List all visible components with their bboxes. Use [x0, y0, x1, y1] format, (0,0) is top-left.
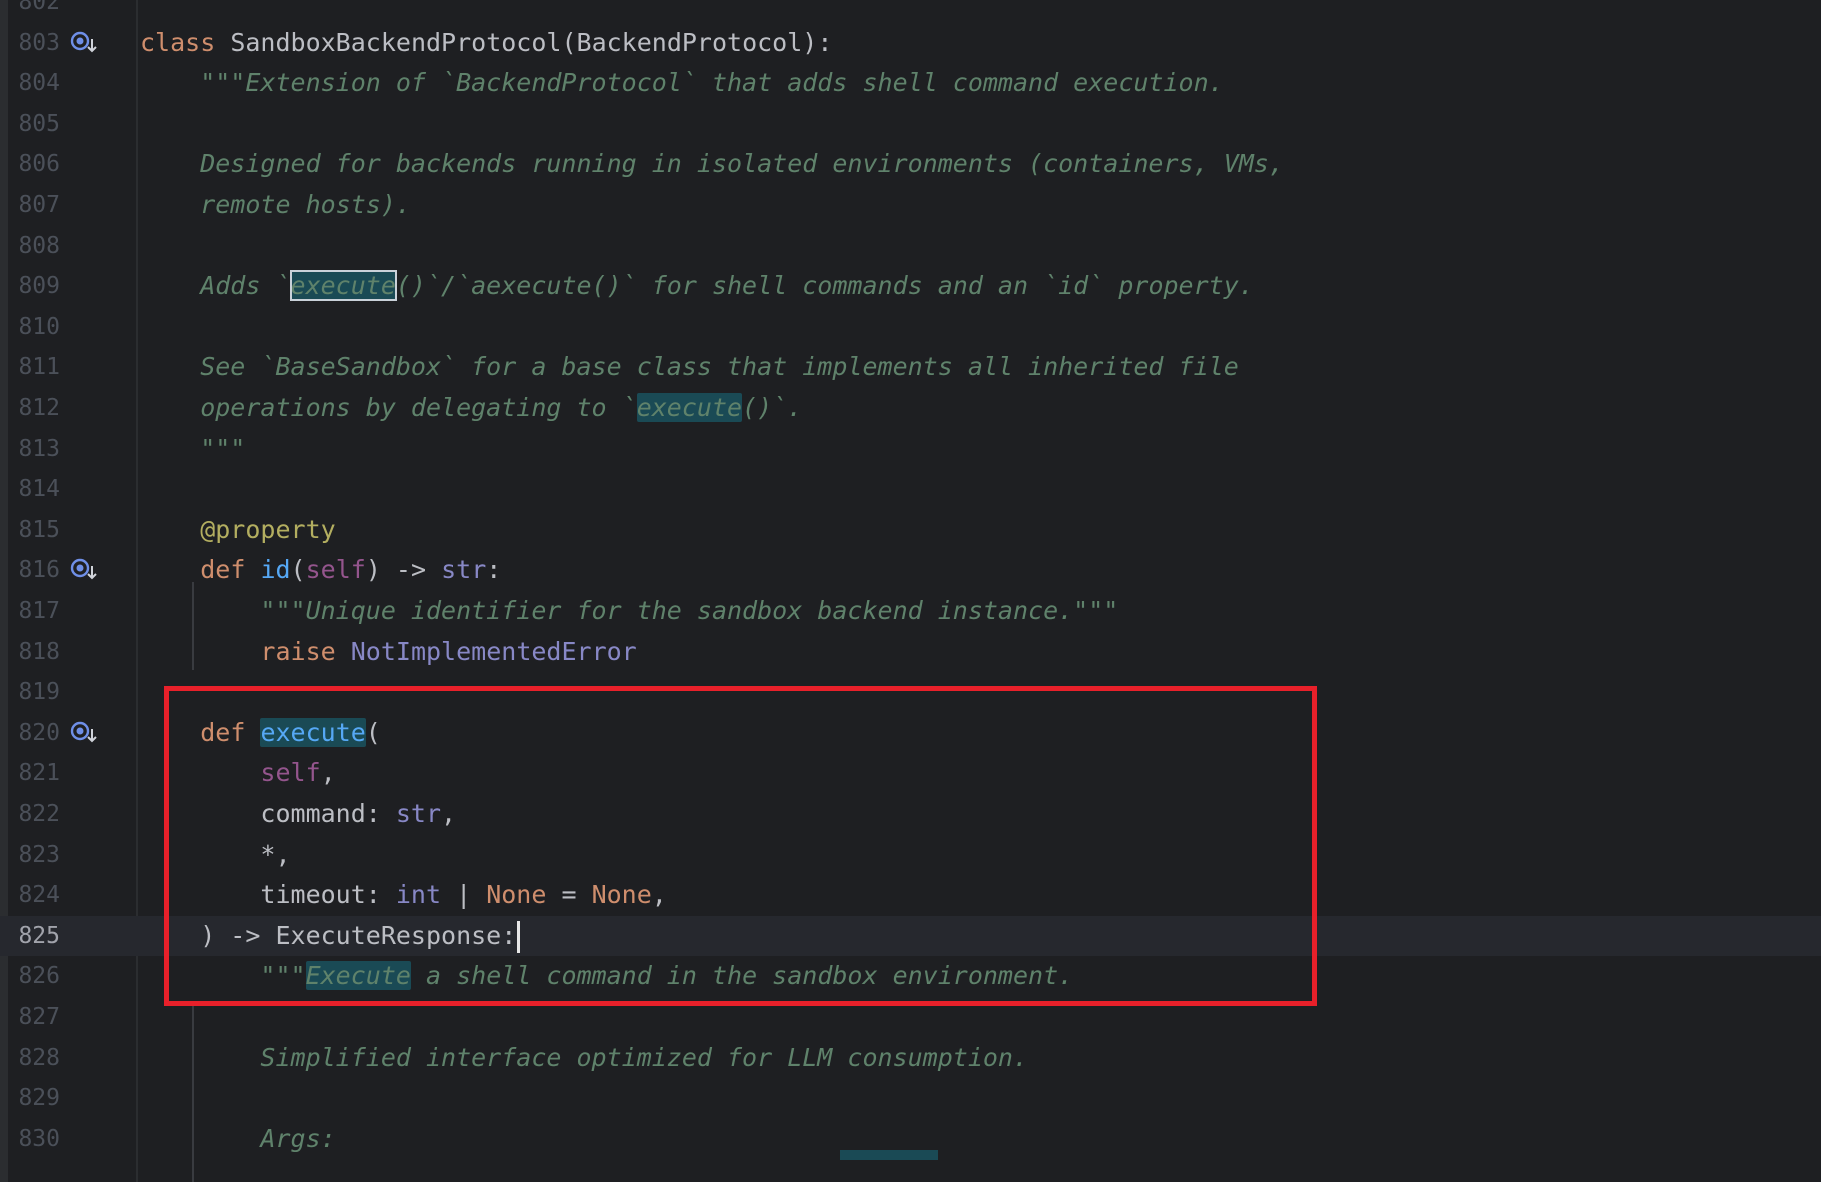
line-number: 815 — [18, 516, 60, 543]
line-number: 805 — [18, 110, 60, 137]
code-line[interactable]: 806 Designed for backends running in iso… — [0, 144, 1821, 185]
code-text: def id(self) -> str: — [200, 555, 502, 585]
line-number: 813 — [18, 435, 60, 462]
code-text: """Unique identifier for the sandbox bac… — [140, 596, 1119, 625]
line-number: 816 — [18, 557, 60, 584]
line-number: 807 — [18, 192, 60, 218]
code-text: Designed for backends running in isolate… — [140, 149, 1284, 179]
code-text: Args: — [140, 1123, 336, 1153]
line-number: 825 — [18, 922, 60, 949]
search-match-highlight: execute — [289, 270, 397, 302]
search-match-highlight — [840, 1150, 938, 1160]
code-line[interactable]: 809 Adds `execute()`/`aexecute()` for sh… — [0, 266, 1821, 307]
line-number: 811 — [18, 354, 60, 381]
line-number: 818 — [18, 638, 60, 665]
line-number: 830 — [18, 1125, 60, 1152]
code-line[interactable]: 816 def id(self) -> str: — [0, 550, 1821, 591]
code-line[interactable]: 817 """Unique identifier for the sandbox… — [0, 591, 1821, 632]
annotation-highlight-box — [164, 686, 1317, 1006]
code-text: """ — [140, 433, 246, 463]
line-number: 824 — [18, 882, 60, 909]
line-number: 809 — [18, 273, 60, 300]
code-line[interactable]: 813 """ — [0, 429, 1821, 470]
indent-guide — [192, 582, 194, 670]
code-line[interactable]: 807 remote hosts). — [0, 185, 1821, 226]
line-number: 823 — [18, 841, 60, 868]
code-line[interactable]: 818 raise NotImplementedError — [0, 632, 1821, 673]
code-text: Simplified interface optimized for LLM c… — [140, 1042, 1029, 1072]
code-line[interactable]: 808 — [0, 226, 1821, 267]
line-number: 808 — [18, 232, 60, 259]
line-number: 828 — [18, 1044, 60, 1071]
line-number: 802 — [18, 0, 60, 15]
code-line[interactable]: 814 — [0, 469, 1821, 510]
implementation-icon[interactable] — [70, 558, 100, 582]
code-text: See `BaseSandbox` for a base class that … — [140, 352, 1239, 382]
code-line[interactable]: 815 @property — [0, 510, 1821, 551]
code-line[interactable]: 802 — [0, 0, 1821, 23]
line-number: 812 — [18, 395, 60, 421]
code-text: Adds `execute()`/`aexecute()` for shell … — [140, 270, 1254, 302]
line-number: 817 — [18, 598, 60, 624]
line-number: 826 — [18, 963, 60, 990]
implementation-icon[interactable] — [70, 721, 100, 745]
line-number: 820 — [18, 719, 60, 746]
code-line[interactable]: 829 — [0, 1078, 1821, 1119]
code-line[interactable]: 803 class SandboxBackendProtocol(Backend… — [0, 23, 1821, 64]
code-line[interactable]: 812 operations by delegating to `execute… — [0, 388, 1821, 429]
line-number: 827 — [18, 1004, 60, 1030]
code-line[interactable]: 828 Simplified interface optimized for L… — [0, 1038, 1821, 1079]
search-match-highlight: execute — [636, 393, 743, 422]
code-text: remote hosts). — [140, 190, 411, 219]
implementation-icon[interactable] — [70, 31, 100, 55]
line-number: 806 — [18, 151, 60, 178]
code-text: """Extension of `BackendProtocol` that a… — [140, 68, 1224, 98]
code-text: class SandboxBackendProtocol(BackendProt… — [140, 27, 833, 57]
indent-guide — [192, 1002, 194, 1182]
line-number: 819 — [18, 679, 60, 706]
line-number: 814 — [18, 476, 60, 503]
code-line[interactable]: 804 """Extension of `BackendProtocol` th… — [0, 63, 1821, 104]
line-number: 804 — [18, 70, 60, 97]
code-line[interactable]: 805 — [0, 104, 1821, 145]
code-text: operations by delegating to `execute()`. — [140, 393, 803, 422]
code-line[interactable]: 810 — [0, 307, 1821, 348]
line-number: 822 — [18, 801, 60, 827]
line-number: 810 — [18, 313, 60, 340]
line-number: 829 — [18, 1085, 60, 1112]
line-number: 803 — [18, 29, 60, 56]
code-line[interactable]: 811 See `BaseSandbox` for a base class t… — [0, 347, 1821, 388]
code-text: raise NotImplementedError — [260, 636, 637, 666]
code-text: @property — [140, 514, 336, 544]
line-number: 821 — [18, 760, 60, 787]
